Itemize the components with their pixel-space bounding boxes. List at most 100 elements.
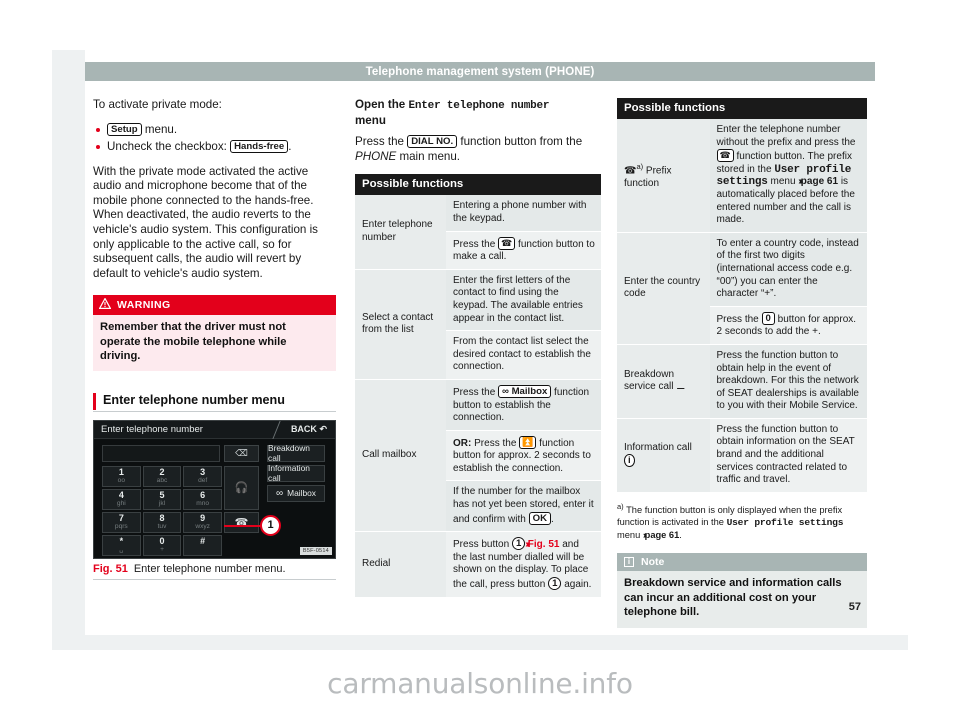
table-header: Possible functions [355, 174, 601, 196]
key-num: 3 [200, 466, 206, 477]
setup-chip[interactable]: Setup [107, 122, 142, 136]
key-0[interactable]: 0 + [142, 534, 182, 556]
figure-caption-text: Enter telephone number menu. [133, 562, 286, 575]
bullet-suffix: . [288, 139, 292, 153]
section-heading: Enter telephone number menu [93, 392, 339, 410]
key-sub: ghi [116, 499, 126, 507]
wrench-icon: ⚊ [676, 381, 686, 393]
mailbox-key-icon[interactable]: ⏫ [519, 435, 537, 449]
key-num: * [119, 535, 124, 546]
table-row: Call mailbox Press the ∞ Mailbox functio… [355, 378, 601, 532]
user-profile-settings-menu: User profile settings [726, 516, 844, 528]
note-box: i Note Breakdown service and information… [617, 552, 867, 628]
three-column-layout: To activate private mode: Setup menu. Un… [85, 98, 875, 628]
row-cell: OR: Press the ⏫ function button for appr… [446, 429, 601, 481]
bullet-prefix: Uncheck the checkbox: [107, 139, 231, 153]
table-row: Information call i Press the function bu… [617, 417, 867, 492]
image-code-label: B5F-0514 [299, 546, 332, 555]
open-menu-instruction: Press the DIAL NO. function button from … [355, 135, 601, 164]
intro-text: To activate private mode: [93, 98, 222, 111]
warning-triangle-icon [98, 297, 112, 312]
column-right: Possible functions ☎a) Prefix function E… [617, 98, 867, 628]
cell-text: Press the [453, 386, 499, 398]
row-cell: If the number for the mailbox has not ye… [446, 480, 601, 532]
note-body: Breakdown service and information calls … [617, 570, 867, 628]
key-num: 7 [118, 512, 124, 523]
heading-prefix: Open the [355, 98, 409, 111]
breakdown-call-button[interactable]: Breakdown call [267, 443, 325, 463]
mailbox-chip[interactable]: ∞ Mailbox [498, 384, 552, 398]
back-button[interactable]: BACK ↶ [291, 424, 327, 435]
footnote-marker: a) [636, 161, 644, 171]
call-handset-icon[interactable]: ☎ [498, 236, 516, 250]
row-label-text: Information call [624, 441, 692, 453]
row-label: ☎a) Prefix function [617, 119, 710, 233]
backspace-icon[interactable]: ⌫ [224, 444, 259, 462]
cell-text: Enter the telephone number without the p… [716, 124, 856, 148]
column-middle: Open the Enter telephone number menu Pre… [355, 98, 601, 597]
screen-right-buttons: Breakdown call Information call ∞ Mailbox [267, 443, 325, 505]
information-call-button[interactable]: Information call [267, 463, 325, 483]
page-content: Telephone management system (PHONE) To a… [85, 50, 875, 635]
key-9[interactable]: 9 wxyz [183, 511, 222, 533]
key-num: 9 [200, 512, 206, 523]
zero-key-chip[interactable]: 0 [761, 311, 775, 325]
row-label: Enter the country code [617, 231, 710, 345]
table-row: Redial Press button 1 ›››Fig. 51 and the … [355, 531, 601, 597]
key-7[interactable]: 7 pqrs [102, 511, 141, 533]
list-item: Setup menu. [95, 121, 339, 138]
note-header: i Note [617, 552, 867, 571]
key-8[interactable]: 8 tuv [142, 511, 182, 533]
keypad: 1 oo 2 abc 3 def 4 ghi 5 jkl 6 mno 7 pqrs 8 tuv … [102, 465, 222, 556]
table-row: Select a contact from the list Enter the… [355, 268, 601, 380]
mailbox-icon: ∞ [276, 487, 284, 499]
column-left: To activate private mode: Setup menu. Un… [93, 98, 339, 580]
instruction-after-2: main menu. [396, 149, 461, 163]
number-input-field[interactable] [102, 444, 220, 462]
mailbox-button[interactable]: ∞ Mailbox [267, 484, 325, 502]
row-label: Breakdown service call ⚊ [617, 343, 710, 419]
row-cell: Press the function button to obtain info… [709, 417, 867, 492]
key-num: 6 [200, 489, 206, 500]
dial-no-chip[interactable]: DIAL NO. [407, 135, 458, 149]
footnote-text: . [679, 529, 682, 540]
hands-free-chip[interactable]: Hands-free [230, 139, 289, 153]
key-6[interactable]: 6 mno [183, 488, 222, 510]
key-2[interactable]: 2 abc [142, 465, 182, 487]
figure-caption: Fig. 51 Enter telephone number menu. [93, 563, 336, 580]
key-4[interactable]: 4 ghi [102, 488, 141, 510]
callout-marker-1b: 1 [548, 577, 562, 591]
key-num: 0 [159, 535, 165, 546]
info-icon: i [624, 556, 634, 567]
call-handset-icon[interactable]: ☎ [716, 149, 734, 163]
key-3[interactable]: 3 def [183, 465, 222, 487]
key-sub: def [198, 476, 208, 484]
page-reference: page 61 [800, 176, 839, 188]
row-label: Enter telephone number [355, 195, 447, 270]
table-row: ☎a) Prefix function Enter the telephone … [617, 119, 867, 233]
key-1[interactable]: 1 oo [102, 465, 141, 487]
key-5[interactable]: 5 jkl [142, 488, 182, 510]
bullet-suffix: menu. [141, 122, 178, 136]
key-star[interactable]: * ␣ [102, 534, 141, 556]
table-row: Enter the country code To enter a countr… [617, 231, 867, 345]
row-label: Information call i [617, 417, 710, 492]
key-sub: wxyz [195, 522, 210, 530]
row-label: Call mailbox [355, 378, 447, 532]
button-label: Mailbox [287, 488, 316, 499]
cell-text: Press the [453, 238, 499, 250]
headset-icon[interactable]: 🎧 [224, 465, 259, 510]
row-label: Select a contact from the list [355, 268, 447, 380]
warning-header: WARNING [93, 295, 336, 316]
ok-chip[interactable]: OK [528, 511, 551, 525]
key-hash[interactable]: # [183, 534, 222, 556]
row-cell: Press button 1 ›››Fig. 51 and the last nu… [446, 531, 601, 597]
call-handset-icon[interactable]: ☎ [224, 511, 259, 533]
screen-title: Enter telephone number [101, 423, 203, 435]
cell-text: Press button [453, 539, 512, 551]
cell-text: again. [561, 579, 592, 591]
row-label-text: Breakdown service call [624, 368, 675, 393]
prefix-call-icon[interactable]: ☎ [224, 558, 259, 559]
key-sub: ␣ [119, 545, 124, 553]
footnote-text: menu [617, 529, 643, 540]
